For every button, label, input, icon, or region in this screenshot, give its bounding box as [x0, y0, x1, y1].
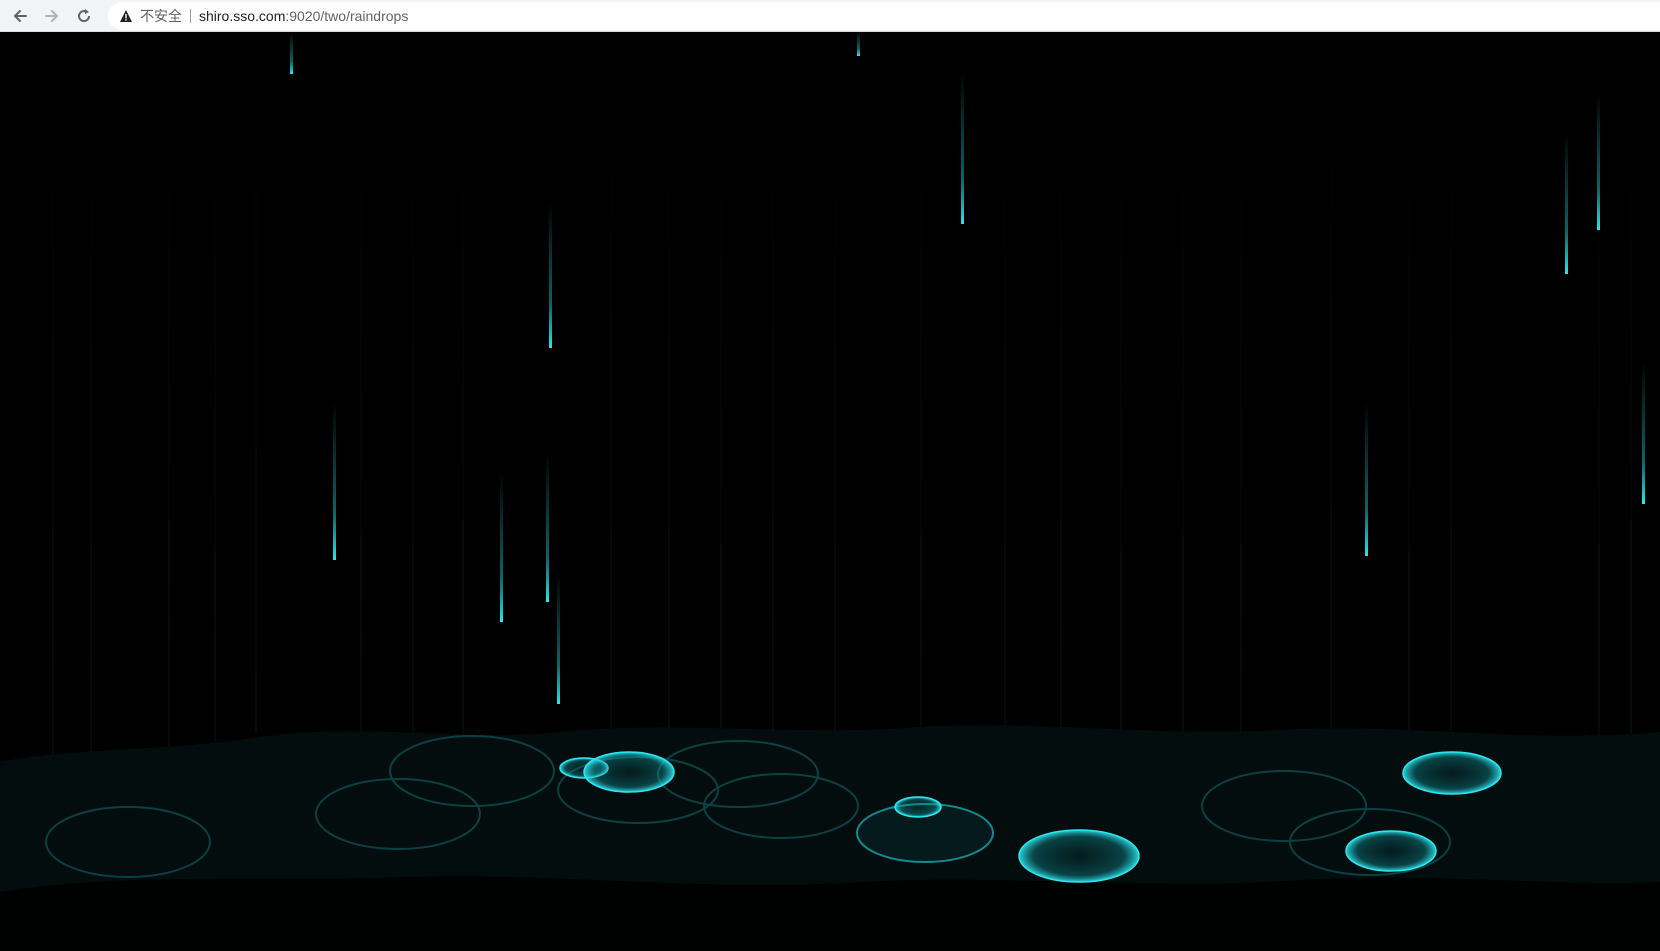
water-shadow — [0, 876, 1660, 951]
rain-scene — [0, 32, 1660, 951]
forward-button[interactable] — [40, 4, 64, 28]
raindrops-canvas — [0, 32, 1660, 951]
url-path[interactable]: :9020/two/raindrops — [285, 8, 408, 24]
raindrop — [1597, 92, 1600, 230]
raindrop — [1642, 362, 1645, 504]
raindrop — [333, 402, 336, 560]
splash — [1345, 830, 1437, 872]
splash — [1402, 751, 1502, 795]
splash — [583, 751, 675, 793]
raindrop — [290, 32, 293, 74]
browser-toolbar: 不安全 shiro.sso.com :9020/two/raindrops — [0, 0, 1660, 32]
raindrops — [290, 32, 1645, 704]
raindrop — [1365, 402, 1368, 556]
raindrop — [546, 452, 549, 602]
arrow-right-icon — [45, 10, 59, 22]
address-bar[interactable]: 不安全 shiro.sso.com :9020/two/raindrops — [108, 2, 1660, 30]
back-button[interactable] — [8, 4, 32, 28]
raindrop — [857, 32, 860, 56]
raindrop — [961, 72, 964, 224]
splash — [894, 796, 942, 818]
raindrop — [500, 472, 503, 622]
raindrop — [1565, 132, 1568, 274]
splash — [1018, 829, 1140, 883]
reload-button[interactable] — [72, 4, 96, 28]
arrow-left-icon — [13, 10, 27, 22]
reload-icon — [78, 9, 91, 23]
divider — [190, 9, 191, 23]
security-label[interactable]: 不安全 — [140, 6, 182, 26]
url-host[interactable]: shiro.sso.com — [199, 8, 285, 24]
raindrop — [549, 202, 552, 348]
raindrop — [557, 572, 560, 704]
warning-triangle-icon[interactable] — [118, 8, 134, 24]
background-streaks — [52, 32, 1632, 792]
